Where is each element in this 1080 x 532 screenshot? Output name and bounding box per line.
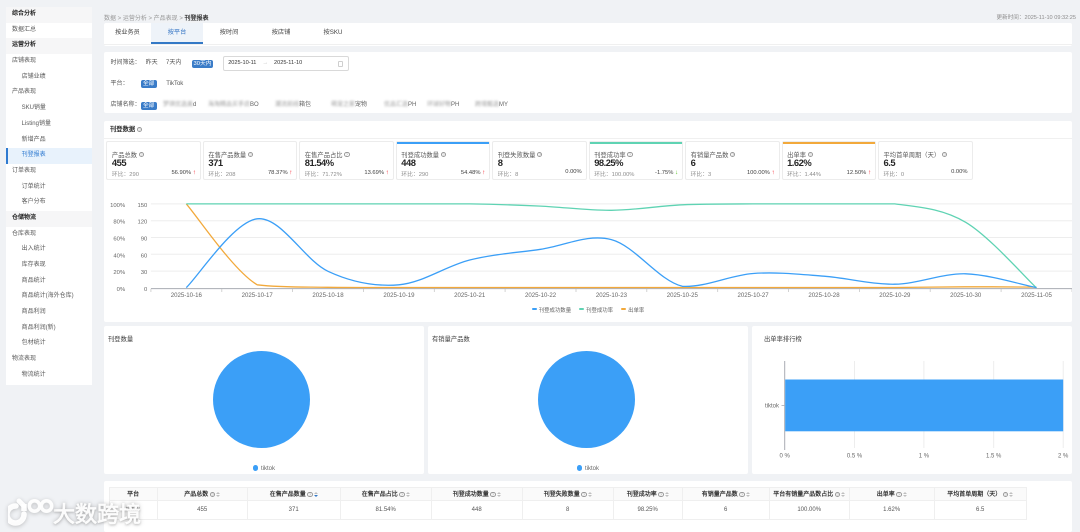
svg-text:90: 90 (141, 236, 148, 242)
svg-text:60: 60 (141, 253, 148, 259)
svg-text:2025-10-17: 2025-10-17 (242, 292, 274, 299)
svg-text:1 %: 1 % (919, 454, 930, 460)
svg-text:40%: 40% (113, 253, 126, 259)
svg-text:tiktok: tiktok (765, 404, 780, 410)
svg-text:60%: 60% (113, 236, 126, 242)
svg-text:20%: 20% (113, 270, 126, 276)
svg-text:80%: 80% (113, 219, 126, 225)
svg-text:2025-10-25: 2025-10-25 (667, 292, 699, 299)
svg-text:30: 30 (141, 270, 148, 276)
svg-text:2025-10-29: 2025-10-29 (879, 292, 911, 299)
svg-text:1.5 %: 1.5 % (986, 454, 1002, 460)
svg-text:0.5 %: 0.5 % (847, 454, 863, 460)
svg-text:2025-10-18: 2025-10-18 (312, 292, 344, 299)
svg-text:150: 150 (137, 203, 148, 209)
svg-text:2025-10-22: 2025-10-22 (525, 292, 557, 299)
svg-text:2025-10-23: 2025-10-23 (596, 292, 628, 299)
svg-text:2 %: 2 % (1058, 454, 1069, 460)
svg-text:0 %: 0 % (780, 454, 791, 460)
svg-text:0%: 0% (117, 287, 126, 293)
svg-text:2025-10-27: 2025-10-27 (738, 292, 770, 299)
svg-text:2025-10-19: 2025-10-19 (383, 292, 415, 299)
svg-text:0: 0 (144, 287, 148, 293)
svg-text:2025-10-30: 2025-10-30 (950, 292, 982, 299)
svg-text:2025-10-16: 2025-10-16 (171, 292, 203, 299)
svg-text:2025-11-05: 2025-11-05 (1021, 292, 1052, 299)
svg-text:120: 120 (137, 219, 148, 225)
svg-text:2025-10-28: 2025-10-28 (808, 292, 840, 299)
svg-text:2025-10-21: 2025-10-21 (454, 292, 486, 299)
svg-text:100%: 100% (110, 203, 126, 209)
